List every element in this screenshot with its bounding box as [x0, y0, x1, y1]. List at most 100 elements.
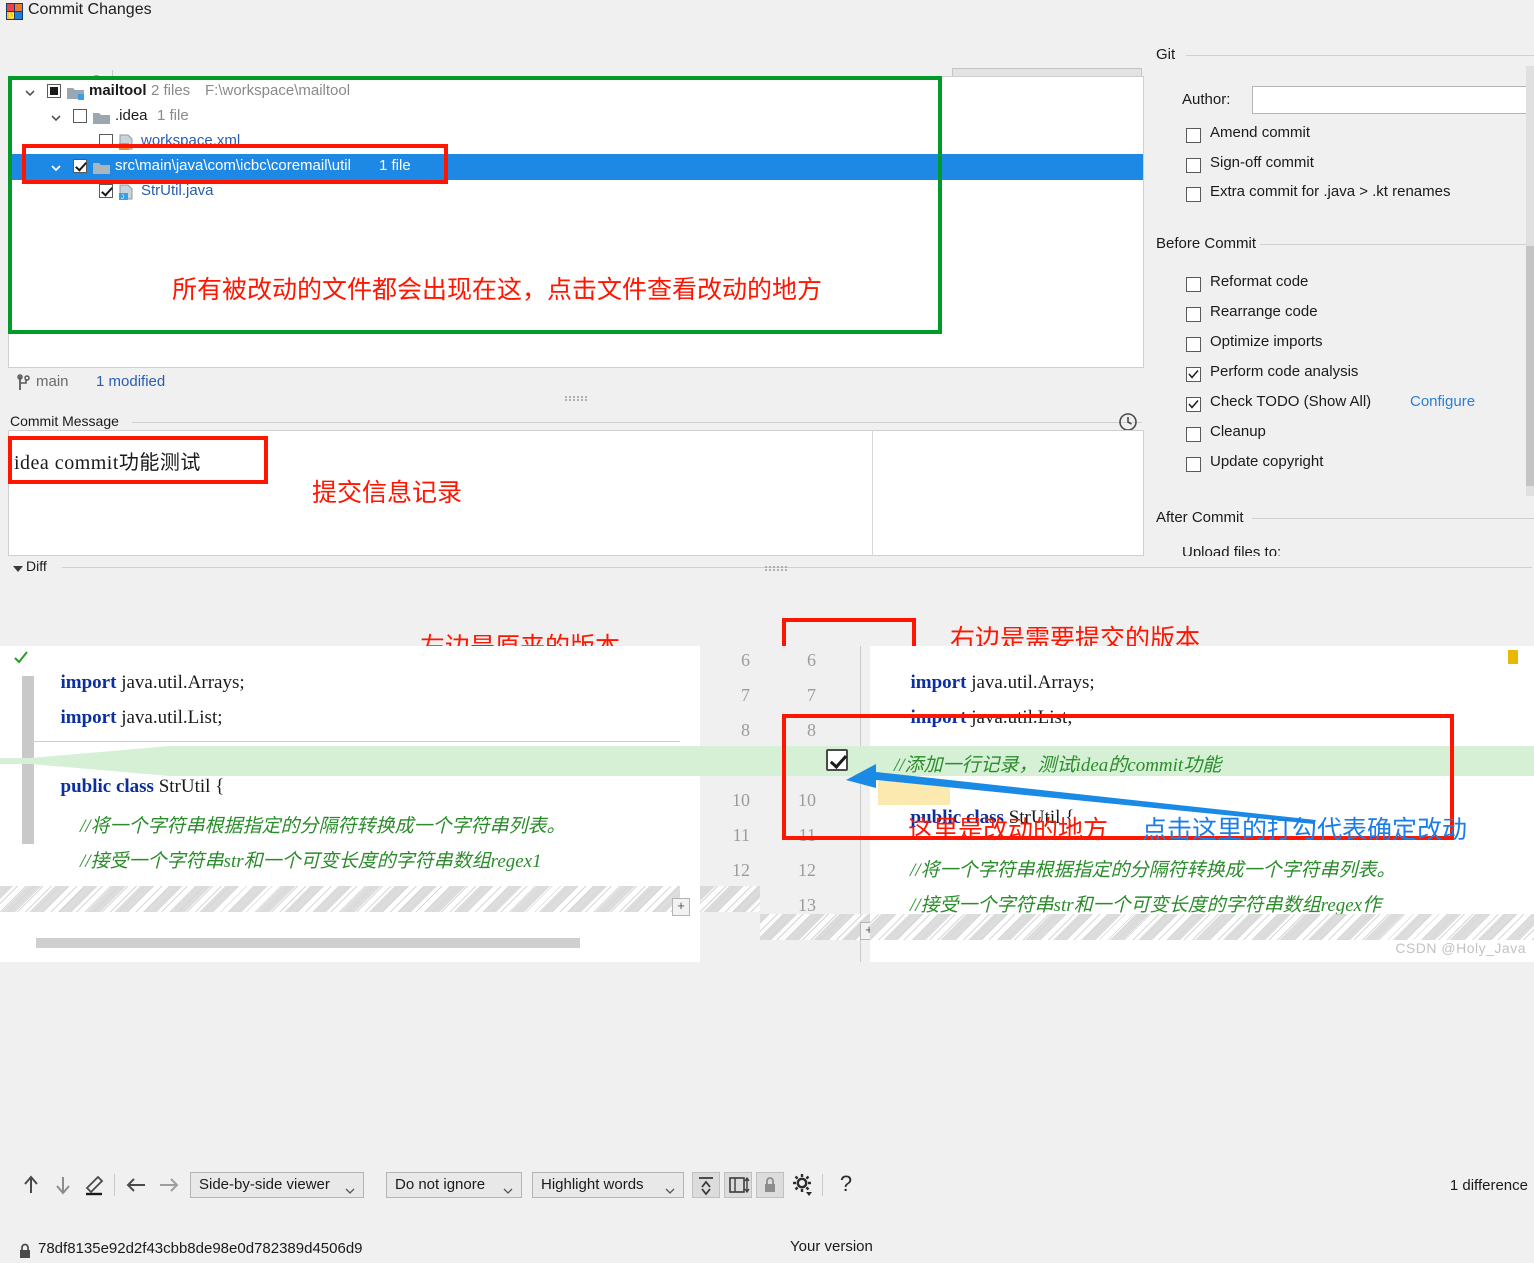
change-marker-stripe: [1508, 650, 1518, 664]
commit-toolbar: Changelist: Default Changelist: [0, 28, 1148, 100]
extra-commit-renames-option[interactable]: Extra commit for .java > .kt renames: [1186, 183, 1526, 209]
right-line-number: 12: [798, 860, 816, 880]
left-line-number: 11: [732, 825, 750, 845]
git-section-title: Git: [1156, 46, 1176, 63]
svg-text:IJ: IJ: [9, 13, 14, 20]
checkbox-unchecked[interactable]: [1186, 277, 1201, 292]
annotation-click-check-note: 点击这里的打勾代表确定改动: [1142, 816, 1468, 844]
diff-left-change-marker: [32, 741, 680, 742]
section-divider: [62, 567, 1532, 568]
update-copyright-label: Update copyright: [1210, 453, 1324, 470]
checkbox-unchecked[interactable]: [1186, 457, 1201, 472]
settings-gear-icon[interactable]: [790, 1172, 818, 1198]
optimize-imports-option[interactable]: Optimize imports: [1186, 333, 1516, 359]
collapsed-region-gutter-right: [760, 914, 870, 940]
branch-icon: [16, 374, 32, 396]
highlight-mode-dropdown[interactable]: Highlight words: [532, 1172, 684, 1198]
branch-name: main: [36, 373, 69, 390]
sign-off-commit-option[interactable]: Sign-off commit: [1186, 154, 1516, 180]
perform-code-analysis-option[interactable]: Perform code analysis: [1186, 363, 1516, 389]
collapse-diff-caret-icon[interactable]: [12, 562, 24, 579]
update-copyright-option[interactable]: Update copyright: [1186, 453, 1516, 479]
watermark: CSDN @Holy_Java: [1395, 940, 1526, 956]
help-icon[interactable]: ?: [832, 1172, 860, 1198]
change-wedge-icon: [0, 744, 170, 778]
chevron-down-icon: [503, 1182, 513, 1199]
chevron-down-icon: [345, 1182, 355, 1199]
chevron-down-icon: [665, 1182, 675, 1199]
previous-difference-icon[interactable]: [18, 1172, 46, 1198]
reformat-code-label: Reformat code: [1210, 273, 1309, 290]
check-todo-label: Check TODO (Show All): [1210, 393, 1372, 410]
diff-left-horizontal-scrollbar[interactable]: [36, 938, 580, 948]
section-divider: [1252, 518, 1534, 519]
no-problems-check-icon: [14, 651, 28, 669]
left-line-number: 8: [741, 720, 750, 740]
rearrange-code-label: Rearrange code: [1210, 303, 1318, 320]
commit-message-section-title: Commit Message: [10, 413, 119, 429]
diff-revision-bar: 78df8135e92d2f43cbb8de98e0d782389d4506d9…: [0, 618, 1534, 1258]
checkbox-unchecked[interactable]: [1186, 128, 1201, 143]
upload-files-label: Upload files to:: [1182, 544, 1282, 556]
edit-icon[interactable]: [82, 1172, 110, 1198]
optimize-imports-label: Optimize imports: [1210, 333, 1323, 350]
annotation-change-here-note: 这里是改动的地方: [908, 816, 1109, 844]
annotation-commit-message-note: 提交信息记录: [312, 479, 463, 507]
collapse-unchanged-icon[interactable]: [692, 1172, 720, 1198]
sign-off-commit-label: Sign-off commit: [1210, 154, 1314, 171]
accept-left-icon[interactable]: [124, 1172, 152, 1198]
annotation-red-box-commit-message: [8, 436, 268, 484]
check-todo-option[interactable]: Check TODO (Show All) Configure: [1186, 393, 1526, 419]
left-line-number: 10: [732, 790, 750, 810]
right-line-number: 6: [807, 650, 816, 670]
ignore-mode-dropdown[interactable]: Do not ignore: [386, 1172, 522, 1198]
right-revision-title: Your version: [790, 1238, 873, 1255]
viewer-mode-dropdown[interactable]: Side-by-side viewer: [190, 1172, 364, 1198]
right-line-number: 7: [807, 685, 816, 705]
viewer-mode-value: Side-by-side viewer: [199, 1176, 330, 1193]
annotation-green-box: [8, 76, 942, 334]
page-title: Commit Changes: [28, 1, 152, 18]
before-commit-section-title: Before Commit: [1156, 235, 1257, 252]
checkbox-unchecked[interactable]: [1186, 158, 1201, 173]
extra-commit-renames-label: Extra commit for .java > .kt renames: [1210, 183, 1451, 200]
checkbox-unchecked[interactable]: [1186, 427, 1201, 442]
rearrange-code-option[interactable]: Rearrange code: [1186, 303, 1516, 329]
toolbar-divider: [822, 1174, 823, 1196]
checkbox-unchecked[interactable]: [1186, 187, 1201, 202]
diff-right-line-12: //将一个字符串根据指定的分隔符转换成一个字符串列表。: [910, 860, 1396, 881]
checkbox-unchecked[interactable]: [1186, 337, 1201, 352]
side-panel-icon[interactable]: [724, 1172, 752, 1198]
diff-left-pane[interactable]: import java.util.Arrays; import java.uti…: [0, 646, 690, 962]
splitter-grip[interactable]: [565, 396, 589, 402]
section-divider: [1260, 244, 1534, 245]
toolbar-divider: [114, 1174, 115, 1196]
collapsed-region-right[interactable]: [870, 914, 1534, 940]
author-label: Author:: [1182, 91, 1231, 108]
lock-icon: [18, 1243, 32, 1259]
cleanup-option[interactable]: Cleanup: [1186, 423, 1516, 449]
next-difference-icon[interactable]: [50, 1172, 78, 1198]
accept-right-icon[interactable]: [156, 1172, 184, 1198]
after-commit-section-title: After Commit: [1156, 509, 1244, 526]
options-scrollbar[interactable]: [1526, 66, 1534, 496]
amend-commit-option[interactable]: Amend commit: [1186, 124, 1516, 150]
reformat-code-option[interactable]: Reformat code: [1186, 273, 1516, 299]
checkbox-unchecked[interactable]: [1186, 307, 1201, 322]
author-field[interactable]: [1252, 86, 1534, 114]
checkbox-checked[interactable]: [1186, 397, 1201, 412]
right-line-number: 13: [798, 895, 816, 915]
collapsed-region-left[interactable]: [0, 886, 680, 912]
checkbox-checked[interactable]: [1186, 367, 1201, 382]
section-divider: [1186, 55, 1534, 56]
expand-region-button-left[interactable]: +: [672, 898, 690, 916]
left-revision-hash: 78df8135e92d2f43cbb8de98e0d782389d4506d9: [38, 1240, 363, 1257]
lock-icon[interactable]: [756, 1172, 784, 1198]
configure-link[interactable]: Configure: [1410, 393, 1475, 410]
collapsed-region-gutter-left: [700, 886, 760, 912]
history-clock-icon[interactable]: [1118, 412, 1138, 432]
window-title-bar: IJ Commit Changes: [0, 0, 1534, 24]
left-line-number: 12: [732, 860, 750, 880]
diff-section-title: Diff: [26, 558, 47, 574]
difference-count: 1 difference: [1449, 1177, 1528, 1194]
